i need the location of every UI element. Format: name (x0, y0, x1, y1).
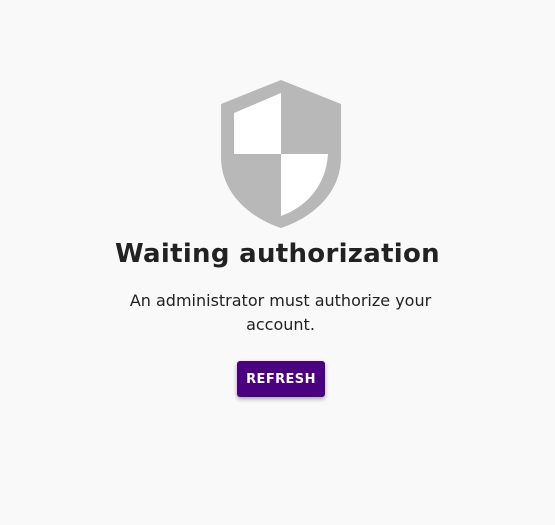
waiting-authorization-page: Waiting authorization An administrator m… (0, 0, 555, 525)
page-title: Waiting authorization (114, 239, 440, 269)
authorization-message: An administrator must authorize your acc… (129, 291, 432, 334)
shield-icon (221, 80, 341, 228)
refresh-button[interactable]: REFRESH (237, 361, 325, 397)
